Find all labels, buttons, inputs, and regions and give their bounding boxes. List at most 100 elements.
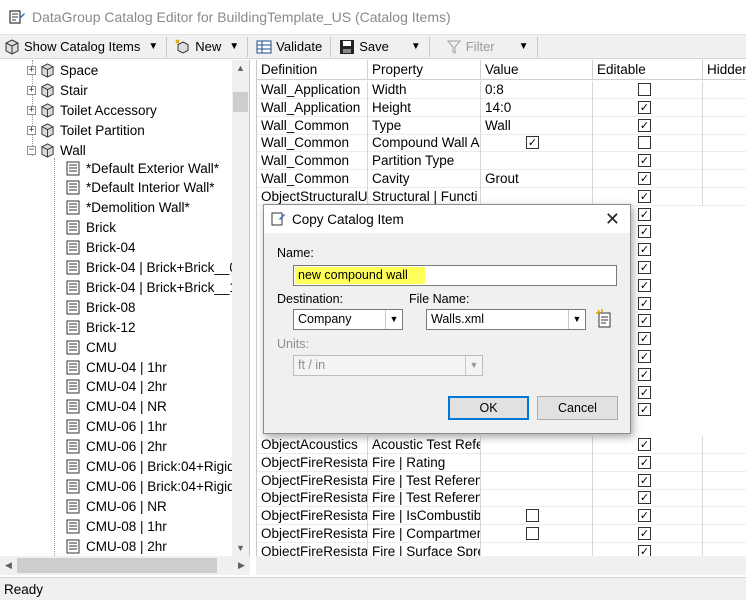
chevron-down-icon[interactable]: ▼ [385,310,402,329]
cell-definition[interactable]: ObjectFireResistar [257,471,368,490]
cell-property[interactable]: Height [368,98,481,117]
tree-item[interactable]: CMU-04 | 1hr [66,357,167,377]
column-header-property[interactable]: Property [368,60,481,80]
browse-file-icon[interactable] [596,309,614,329]
value-checkbox[interactable] [526,509,539,523]
table-row[interactable]: ObjectFireResistar Fire | Test Referen ✓ [257,471,746,490]
cell-value[interactable]: Grout [481,170,593,188]
cell-definition[interactable]: Wall_Application [257,81,368,99]
editable-checkbox[interactable]: ✓ [638,154,651,168]
tree-item[interactable]: CMU-04 | 2hr [66,377,167,397]
cell-definition[interactable]: Wall_Common [257,116,368,135]
cell-property[interactable]: Cavity [368,170,481,188]
cell-hidden[interactable] [703,472,746,490]
table-row[interactable]: Wall_Common Partition Type ✓ [257,152,746,171]
value-checkbox[interactable] [526,527,539,540]
table-row[interactable]: Wall_Common Cavity Grout ✓ [257,170,746,188]
new-button[interactable]: New ▼ [171,36,243,58]
value-checkbox[interactable]: ✓ [526,136,539,150]
column-header-definition[interactable]: Definition [257,60,368,80]
tree-item[interactable]: Brick-08 [66,297,136,317]
ok-button[interactable]: OK [448,396,529,420]
scroll-thumb[interactable] [233,92,248,112]
cell-definition[interactable]: ObjectFireResistar [257,489,368,508]
tree-item[interactable]: CMU-08 | 2hr [66,536,167,556]
column-header-hidden[interactable]: Hidden [703,60,746,80]
cell-hidden[interactable] [703,117,746,135]
cell-property[interactable]: Fire | IsCombustib [368,507,481,526]
editable-checkbox[interactable]: ✓ [638,367,651,381]
cell-hidden[interactable] [703,489,746,507]
cell-property[interactable]: Width [368,81,481,99]
editable-checkbox[interactable]: ✓ [638,207,651,221]
scroll-down-icon[interactable]: ▼ [232,540,249,556]
tree-category[interactable]: − Wall [27,140,86,160]
cancel-button[interactable]: Cancel [537,396,618,420]
cell-property[interactable]: Partition Type [368,152,481,171]
chevron-down-icon[interactable]: ▼ [229,41,239,52]
tree-item[interactable]: Brick-04 | Brick+Brick__1 [66,277,237,297]
tree-item[interactable]: *Default Interior Wall* [66,178,215,198]
editable-checkbox[interactable]: ✓ [638,473,651,487]
cell-definition[interactable]: ObjectFireResistar [257,453,368,472]
editable-checkbox[interactable]: ✓ [638,118,651,132]
editable-checkbox[interactable]: ✓ [638,189,651,203]
cell-value[interactable] [481,453,593,472]
tree-item[interactable]: CMU [66,337,117,357]
scroll-up-icon[interactable]: ▲ [232,60,249,76]
tree-item[interactable]: *Default Exterior Wall* [66,158,219,178]
cell-hidden[interactable] [703,454,746,472]
cell-hidden[interactable] [703,81,746,99]
cell-property[interactable]: Compound Wall A [368,134,481,153]
cell-definition[interactable]: Wall_Common [257,152,368,171]
expand-icon[interactable]: + [27,125,36,135]
tree-item[interactable]: CMU-06 | 1hr [66,417,167,437]
tree-category[interactable]: + Toilet Accessory [27,100,157,120]
table-row[interactable]: ObjectFireResistar Fire | Test Referen ✓ [257,489,746,508]
editable-checkbox[interactable]: ✓ [638,296,651,310]
cell-value[interactable] [481,489,593,508]
editable-checkbox[interactable]: ✓ [638,509,651,523]
tree-item[interactable]: Brick [66,218,116,238]
scroll-thumb[interactable] [17,558,217,573]
save-button[interactable]: Save ▼ [335,36,425,58]
editable-checkbox[interactable]: ✓ [638,332,651,346]
editable-checkbox[interactable]: ✓ [638,225,651,239]
cell-value[interactable] [481,436,593,454]
table-row[interactable]: ObjectAcoustics Acoustic Test Refe ✓ [257,436,746,454]
close-icon[interactable]: ✕ [605,209,620,230]
tree-category[interactable]: + Stair [27,80,88,100]
cell-definition[interactable]: ObjectFireResistar [257,507,368,526]
cell-value[interactable] [481,152,593,171]
editable-checkbox[interactable]: ✓ [638,385,651,399]
tree-item[interactable]: CMU-06 | 2hr [66,437,167,457]
collapse-icon[interactable]: − [27,145,36,155]
tree-item[interactable]: Brick-04 | Brick+Brick__0 [66,258,237,278]
table-row[interactable]: Wall_Application Width 0:8 [257,81,746,99]
cell-property[interactable]: Fire | Test Referen [368,489,481,508]
tree-item[interactable]: Brick-12 [66,317,136,337]
editable-checkbox[interactable]: ✓ [638,491,651,505]
cell-definition[interactable]: Wall_Application [257,98,368,117]
file-name-select[interactable]: Walls.xml ▼ [426,309,586,330]
tree-item[interactable]: Brick-04 [66,238,136,258]
tree-horizontal-scrollbar[interactable]: ◀ ▶ [0,556,250,575]
table-row[interactable]: ObjectFireResistar Fire | Rating ✓ [257,453,746,472]
table-row[interactable]: ObjectFireResistar Fire | Compartmer ✓ [257,525,746,543]
cell-value[interactable] [481,471,593,490]
cell-hidden[interactable] [703,525,746,543]
editable-checkbox[interactable]: ✓ [638,314,651,328]
expand-icon[interactable]: + [27,85,36,95]
editable-checkbox[interactable]: ✓ [638,350,651,363]
cell-property[interactable]: Fire | Test Referen [368,471,481,490]
expand-icon[interactable]: + [27,65,36,75]
editable-checkbox[interactable] [638,83,651,96]
tree-item[interactable]: *Demolition Wall* [66,198,190,218]
editable-checkbox[interactable]: ✓ [638,100,651,114]
tree-category[interactable]: + Space [27,60,98,80]
scroll-left-icon[interactable]: ◀ [0,556,17,575]
tree-category[interactable]: + Toilet Partition [27,120,145,140]
destination-select[interactable]: Company ▼ [293,309,403,330]
cell-hidden[interactable] [703,436,746,454]
chevron-down-icon[interactable]: ▼ [465,356,482,375]
